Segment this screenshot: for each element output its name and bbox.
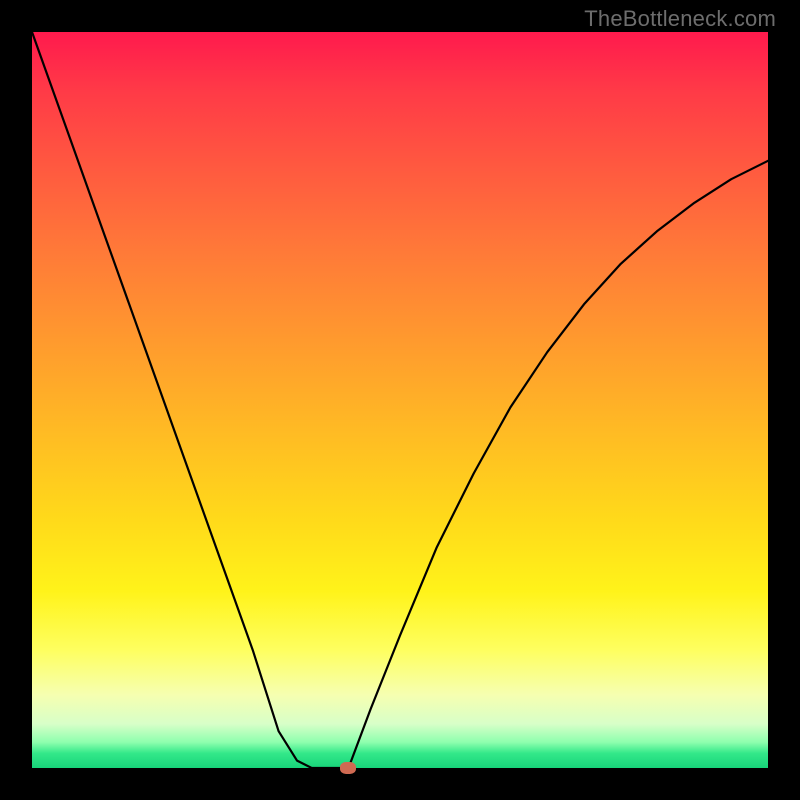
chart-frame: TheBottleneck.com xyxy=(0,0,800,800)
minimum-marker xyxy=(340,762,356,774)
bottleneck-curve xyxy=(32,32,768,768)
watermark-text: TheBottleneck.com xyxy=(584,6,776,32)
plot-area xyxy=(32,32,768,768)
